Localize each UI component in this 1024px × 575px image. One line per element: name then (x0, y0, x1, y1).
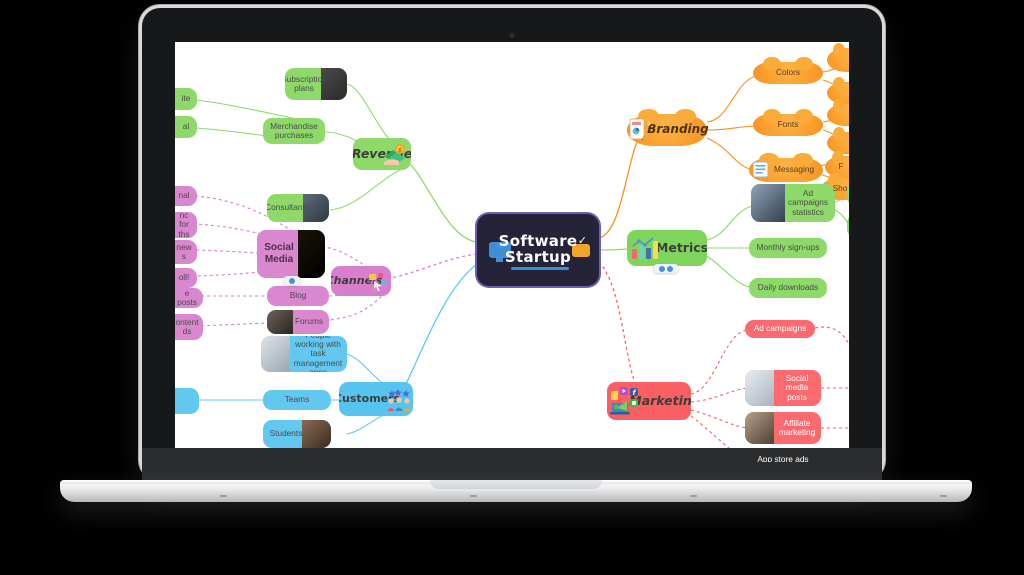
base-foot (690, 495, 697, 497)
check-icon: ✓ (577, 235, 587, 247)
bar-chart-icon (632, 237, 658, 259)
leaf-label: oll! (178, 272, 190, 283)
leaf-node[interactable]: App store ads (745, 450, 821, 462)
users-stars-icon (387, 389, 411, 411)
node-toolbar[interactable] (283, 276, 301, 285)
leaf-label: nal (178, 190, 190, 201)
leaf-label: Consultants (267, 202, 309, 213)
leaf-node-cut[interactable]: ontent ds (175, 314, 203, 340)
leaf-node[interactable]: Teams (263, 390, 331, 410)
webcam-icon (509, 33, 515, 38)
root-title: Software Startup (499, 233, 578, 266)
leaf-label: Daily downloads (757, 282, 819, 293)
leaf-node[interactable]: Monthly sign-ups (749, 238, 827, 258)
branch-node-marketing[interactable]: f Marketing (607, 382, 691, 420)
leaf-node[interactable]: Blog (267, 286, 329, 306)
leaf-node[interactable]: Messaging (749, 153, 823, 182)
root-node[interactable]: ✓ Software Startup (477, 214, 599, 286)
leaf-node-cut[interactable]: nal (175, 186, 197, 206)
base-foot (940, 495, 947, 497)
leaf-label: F (838, 161, 844, 172)
leaf-node[interactable]: Subscription plans (285, 68, 347, 100)
leaf-node[interactable]: Daily downloads (749, 278, 827, 298)
thumbnail-image (297, 230, 325, 278)
leaf-node[interactable]: Social media posts (745, 370, 821, 406)
leaf-label (175, 398, 184, 404)
design-palette-icon (629, 118, 651, 141)
message-lines-icon (753, 162, 768, 177)
leaf-label: Subscription plans (285, 73, 327, 93)
money-hand-icon: $ (384, 144, 405, 165)
leaf-label: People working with task management apps (293, 336, 343, 372)
mindmap-canvas[interactable]: ✓ Software Startup Revenue $ Subscriptio… (175, 42, 849, 462)
leaf-label: nc for ths (178, 212, 190, 238)
thumbnail-image (261, 336, 291, 372)
click-cursor-icon (369, 273, 386, 291)
branch-node-revenue[interactable]: Revenue $ (353, 138, 411, 170)
base-foot (220, 495, 227, 497)
base-notch (430, 480, 602, 489)
leaf-label: Ad campaigns (753, 323, 807, 334)
leaf-label: ontent ds (175, 316, 199, 336)
leaf-node[interactable]: Affiliate marketing (745, 412, 821, 444)
leaf-label: Fonts (777, 119, 799, 130)
leaf-node[interactable]: Merchandise purchases (263, 118, 325, 144)
leaf-label: Colors (776, 67, 800, 78)
leaf-node[interactable]: People working with task management apps (261, 336, 347, 372)
leaf-label: al (182, 121, 190, 132)
leaf-node-cut[interactable]: e posts (175, 288, 203, 308)
leaf-label: Students (269, 428, 303, 439)
laptop-screen: ✓ Software Startup Revenue $ Subscriptio… (175, 42, 849, 462)
leaf-label: Merchandise purchases (270, 120, 318, 140)
laptop-base (60, 480, 972, 502)
megaphone-social-icon: f (610, 387, 638, 415)
root-title-line2: Startup (504, 248, 572, 266)
leaf-node-cut[interactable]: new s (175, 240, 197, 264)
leaf-node[interactable]: Students (263, 420, 331, 448)
branch-node-branding[interactable]: Branding (627, 109, 709, 146)
laptop-mockup: ✓ Software Startup Revenue $ Subscriptio… (0, 0, 1024, 575)
leaf-node[interactable]: Fonts (753, 109, 823, 136)
branch-node-channels[interactable]: Channels (331, 266, 391, 296)
base-foot (470, 495, 477, 497)
leaf-node-cut[interactable]: al (175, 116, 197, 138)
leaf-label: Affiliate marketing (778, 417, 816, 437)
thumbnail-image (745, 412, 774, 444)
leaf-label: Blog (289, 290, 307, 301)
leaf-label: Social media posts (785, 373, 809, 402)
thumbnail-image (751, 184, 785, 222)
leaf-label: Monthly sign-ups (756, 242, 820, 253)
leaf-node[interactable]: Colors (753, 57, 823, 84)
leaf-label: Teams (284, 394, 310, 405)
leaf-label: new s (176, 241, 192, 261)
branch-node-metrics[interactable]: Metrics (627, 230, 707, 266)
leaf-label: e posts (177, 288, 197, 307)
leaf-node[interactable]: Consultants (267, 194, 329, 222)
leaf-label: ite (181, 93, 191, 104)
leaf-node-cut[interactable]: oll! (175, 268, 197, 288)
leaf-node-cut[interactable]: ite (175, 88, 197, 110)
leaf-label: App store ads (757, 454, 809, 462)
leaf-node[interactable]: Ad campaigns statistics (751, 184, 835, 222)
sub-branch-node-social-media[interactable]: Social Media (257, 230, 325, 278)
branch-node-customers[interactable]: Customers (339, 382, 413, 416)
leaf-node[interactable]: Forums (267, 310, 329, 334)
leaf-label: Messaging (773, 164, 815, 175)
laptop-lid: ✓ Software Startup Revenue $ Subscriptio… (142, 8, 882, 478)
node-toolbar[interactable] (653, 264, 679, 273)
leaf-node[interactable]: Ad campaigns (745, 320, 815, 338)
root-underline (511, 267, 569, 270)
thumbnail-image (745, 370, 774, 406)
leaf-node-cut[interactable] (175, 388, 199, 414)
leaf-label: Ad campaigns statistics (787, 188, 829, 217)
svg-text:$: $ (398, 147, 402, 154)
leaf-label: Forums (294, 316, 324, 327)
leaf-node-cut[interactable]: nc for ths (175, 212, 197, 238)
